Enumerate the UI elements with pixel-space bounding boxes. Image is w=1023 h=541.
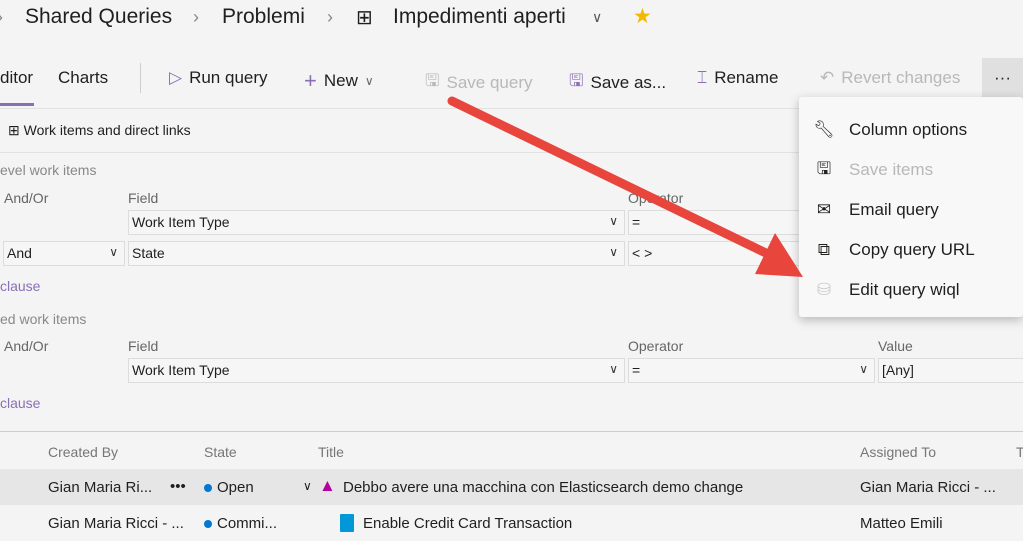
annotation-arrow [447, 96, 803, 277]
